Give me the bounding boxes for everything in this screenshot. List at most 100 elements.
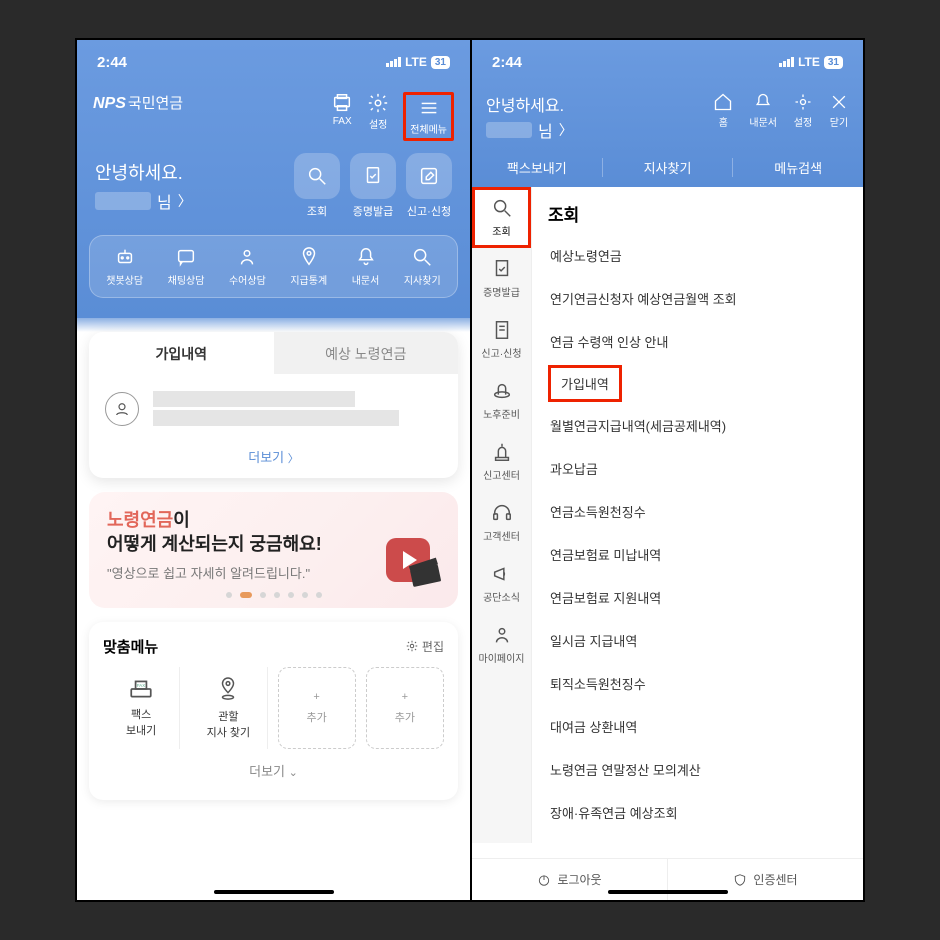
chevron-right-icon: 〉 <box>288 453 299 465</box>
subscription-card: 가입내역 예상 노령연금 더보기 〉 <box>89 332 458 478</box>
person-icon <box>491 624 513 646</box>
battery-icon: 31 <box>431 56 450 69</box>
gear-icon <box>405 639 419 653</box>
home-indicator[interactable] <box>608 890 728 894</box>
menu-item-highlighted[interactable]: 가입내역 <box>548 365 622 402</box>
redacted-info <box>153 388 442 429</box>
signal-icon <box>386 57 401 67</box>
document-check-icon <box>491 258 513 280</box>
greeting[interactable]: 안녕하세요. 님〉 <box>486 92 573 142</box>
avatar-icon <box>105 392 139 426</box>
menu-item[interactable]: 월별연금지급내역(세금공제내역) <box>548 404 847 447</box>
robot-icon <box>114 246 136 268</box>
edit-icon <box>418 165 440 187</box>
megaphone-icon <box>491 563 513 585</box>
fax-tab[interactable]: 팩스보내기 <box>472 158 603 177</box>
menu-item[interactable]: 연금 수령액 인상 안내 <box>548 320 847 363</box>
custom-menu-title: 맞춤메뉴 <box>103 636 158 657</box>
pin-icon <box>298 246 320 268</box>
add-shortcut-2[interactable]: +추가 <box>366 667 444 749</box>
rail-news[interactable]: 공단소식 <box>472 553 531 614</box>
chevron-right-icon: 〉 <box>178 191 192 211</box>
tab-subscription[interactable]: 가입내역 <box>89 332 274 374</box>
branch-button[interactable]: 지사찾기 <box>404 246 441 287</box>
tab-expected-pension[interactable]: 예상 노령연금 <box>274 332 459 374</box>
signal-icon <box>779 57 794 67</box>
menu-item[interactable]: 퇴직소득원천징수 <box>548 662 847 705</box>
status-network: LTE <box>405 55 427 69</box>
chat-icon <box>175 246 197 268</box>
svg-text:FAX: FAX <box>137 682 145 687</box>
settings-button[interactable]: 설정 <box>793 92 813 129</box>
menu-item[interactable]: 연금소득원천징수 <box>548 490 847 533</box>
all-menu-button[interactable]: 전체메뉴 <box>403 92 454 141</box>
rail-report[interactable]: 신고·신청 <box>472 309 531 370</box>
mydoc-button[interactable]: 내문서 <box>749 92 777 129</box>
bell-icon <box>355 246 377 268</box>
home-indicator[interactable] <box>214 890 334 894</box>
gear-icon <box>793 92 813 112</box>
menu-item[interactable]: 연금보험료 미납내역 <box>548 533 847 576</box>
mydoc-button[interactable]: 내문서 <box>352 246 380 287</box>
home-icon <box>713 92 733 112</box>
power-icon <box>537 873 551 887</box>
side-rail: 조회 증명발급 신고·신청 노후준비 신고센터 고객센터 공단소식 마이페이지 <box>472 187 532 843</box>
menu-item[interactable]: 장애·유족연금 예상조회 <box>548 791 847 834</box>
report-action[interactable]: 신고·신청 <box>406 153 452 219</box>
username-redacted <box>486 122 532 138</box>
battery-icon: 31 <box>824 56 843 69</box>
cert-action[interactable]: 증명발급 <box>350 153 396 219</box>
fax-button[interactable]: FAX <box>331 92 353 141</box>
menu-title: 조회 <box>548 201 847 226</box>
rail-search[interactable]: 조회 <box>472 187 531 248</box>
promo-banner[interactable]: 노령연금이어떻게 계산되는지 궁금해요! "영상으로 쉽고 자세히 알려드립니다… <box>89 492 458 608</box>
menusearch-tab[interactable]: 메뉴검색 <box>733 158 863 177</box>
fax-icon: FAX <box>128 678 154 700</box>
clapperboard-icon <box>405 554 444 590</box>
rail-alert[interactable]: 신고센터 <box>472 431 531 492</box>
headset-icon <box>491 502 513 524</box>
branch-tab[interactable]: 지사찾기 <box>603 158 734 177</box>
status-bar: 2:44 LTE 31 <box>472 40 863 84</box>
home-button[interactable]: 홈 <box>713 92 733 129</box>
chat-button[interactable]: 채팅상담 <box>168 246 205 287</box>
more-button[interactable]: 더보기 〉 <box>89 435 458 478</box>
search-action[interactable]: 조회 <box>294 153 340 219</box>
search-icon <box>306 165 328 187</box>
menu-item[interactable]: 연기연금신청자 예상연금월액 조회 <box>548 277 847 320</box>
hat-icon <box>491 380 513 402</box>
gear-icon <box>367 92 389 114</box>
delay-button[interactable]: 지급통계 <box>290 246 327 287</box>
hamburger-icon <box>418 97 440 119</box>
shield-icon <box>733 873 747 887</box>
menu-item[interactable]: 예상노령연금 <box>548 234 847 277</box>
menu-item[interactable]: 노령연금 연말정산 모의계산 <box>548 748 847 791</box>
rail-mypage[interactable]: 마이페이지 <box>472 614 531 675</box>
sign-button[interactable]: 수어상담 <box>229 246 266 287</box>
settings-button[interactable]: 설정 <box>367 92 389 141</box>
edit-button[interactable]: 편집 <box>405 638 444 655</box>
menu-item[interactable]: 일시금 지급내역 <box>548 619 847 662</box>
chevron-right-icon: 〉 <box>559 120 573 140</box>
branch-shortcut[interactable]: 관할 지사 찾기 <box>190 667 267 749</box>
rail-cs[interactable]: 고객센터 <box>472 492 531 553</box>
add-shortcut-1[interactable]: +추가 <box>278 667 356 749</box>
custom-more-button[interactable]: 더보기 ⌄ <box>103 749 444 792</box>
menu-item[interactable]: 대여금 상환내역 <box>548 705 847 748</box>
chatbot-button[interactable]: 챗봇상담 <box>106 246 143 287</box>
menu-item[interactable]: 과오납금 <box>548 447 847 490</box>
search-icon <box>491 197 513 219</box>
chevron-down-icon: ⌄ <box>289 767 298 779</box>
close-icon <box>829 92 849 112</box>
rail-retire[interactable]: 노후준비 <box>472 370 531 431</box>
left-phone: 2:44 LTE 31 NPS국민연금 FAX 설정 <box>77 40 470 900</box>
rail-cert[interactable]: 증명발급 <box>472 248 531 309</box>
username-redacted <box>95 192 151 210</box>
status-time: 2:44 <box>97 54 127 71</box>
menu-item[interactable]: 연금보험료 지원내역 <box>548 576 847 619</box>
siren-icon <box>491 441 513 463</box>
close-button[interactable]: 닫기 <box>829 92 849 129</box>
fax-shortcut[interactable]: FAX 팩스 보내기 <box>103 667 180 749</box>
greeting[interactable]: 안녕하세요. 님 〉 <box>95 159 192 213</box>
carousel-dots[interactable] <box>107 592 440 598</box>
